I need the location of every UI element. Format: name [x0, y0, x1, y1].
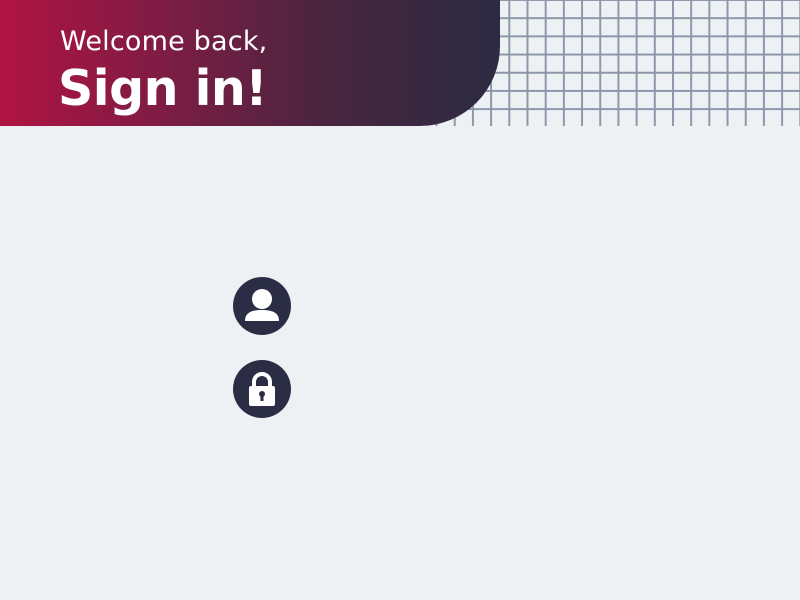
page-title: Sign in! [58, 60, 268, 117]
header-banner: Welcome back, Sign in! [0, 0, 500, 126]
password-field[interactable] [300, 369, 564, 411]
sign-in-page: Welcome back, Sign in! [0, 0, 800, 600]
user-icon [233, 277, 291, 335]
lock-icon [233, 360, 291, 418]
welcome-subtitle: Welcome back, [60, 26, 268, 57]
username-field[interactable] [300, 286, 564, 328]
